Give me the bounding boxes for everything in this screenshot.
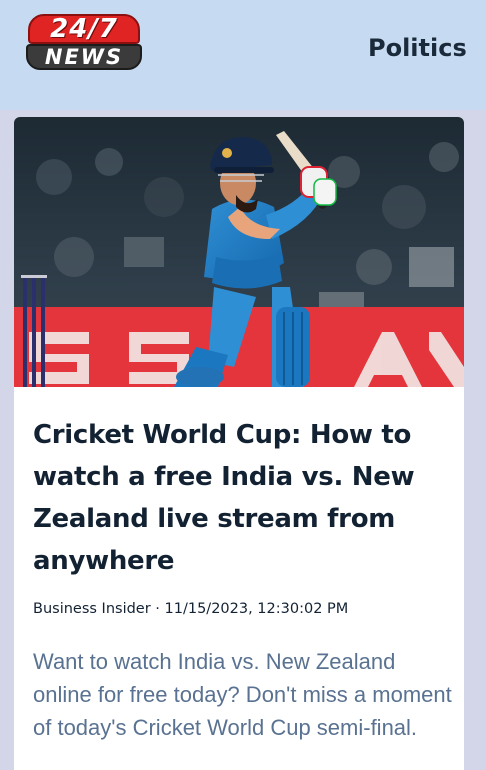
article-meta: Business Insider · 11/15/2023, 12:30:02 … (33, 601, 453, 617)
article-source: Business Insider (33, 601, 151, 617)
article-headline[interactable]: Cricket World Cup: How to watch a free I… (33, 414, 453, 582)
meta-separator: · (150, 601, 165, 617)
logo-top-badge: 24/7 (28, 14, 140, 44)
nav-item-politics[interactable]: Politics (368, 34, 467, 62)
logo-bottom-badge: NEWS (26, 44, 142, 70)
logo-bottom-text: NEWS (44, 45, 124, 69)
article-card[interactable]: Cricket World Cup: How to watch a free I… (14, 117, 464, 770)
logo-top-text: 24/7 (50, 14, 118, 44)
article-hero-image[interactable] (14, 117, 464, 387)
site-header: 24/7 NEWS Politics (0, 0, 486, 110)
article-summary: Want to watch India vs. New Zealand onli… (33, 649, 452, 740)
main-nav: Politics (368, 34, 485, 62)
article-timestamp: 11/15/2023, 12:30:02 PM (164, 601, 349, 617)
site-logo[interactable]: 24/7 NEWS (26, 14, 142, 72)
